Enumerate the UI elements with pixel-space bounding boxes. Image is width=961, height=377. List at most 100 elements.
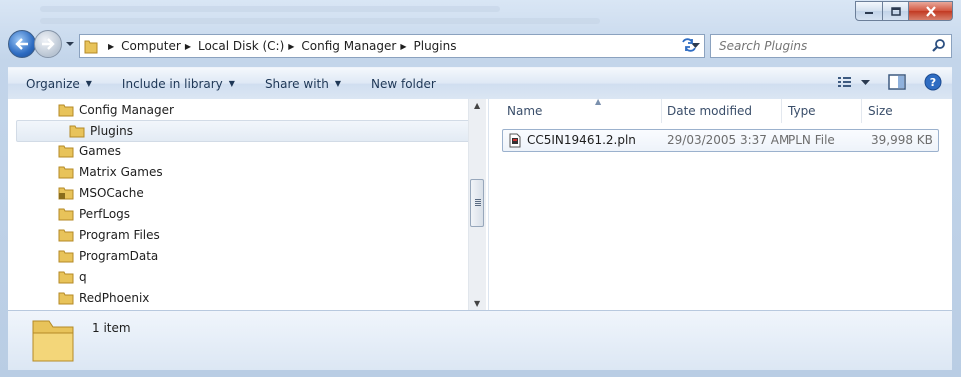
chevron-down-icon: ▼ — [228, 79, 235, 88]
tree-item-label: Program Files — [79, 228, 160, 242]
share-with-label: Share with — [264, 76, 329, 91]
tree-item-label: Config Manager — [79, 103, 174, 117]
scrollbar-thumb[interactable] — [470, 179, 484, 227]
search-icon[interactable] — [932, 38, 946, 52]
close-button[interactable] — [909, 1, 953, 21]
breadcrumb-root-arrow[interactable]: ▶ — [104, 42, 121, 51]
file-date-modified: 29/03/2005 3:37 AM — [667, 133, 790, 147]
folder-icon — [69, 125, 85, 138]
folder-icon — [58, 208, 74, 221]
tree-item-config-manager[interactable]: Config Manager — [58, 100, 174, 120]
include-in-library-menu[interactable]: Include in library ▼ — [122, 77, 235, 91]
folder-icon — [58, 166, 74, 179]
column-header-label: Size — [868, 104, 893, 118]
column-divider[interactable] — [861, 99, 862, 123]
close-icon — [925, 5, 936, 17]
search-box[interactable] — [710, 34, 952, 58]
breadcrumb-arrow-icon[interactable]: ▶ — [185, 42, 191, 51]
file-name: CC5IN19461.2.pln — [527, 133, 636, 147]
locked-folder-icon — [58, 187, 74, 200]
recent-pages-dropdown-icon[interactable] — [66, 40, 74, 48]
maximize-icon — [890, 6, 901, 16]
back-button[interactable] — [8, 30, 36, 58]
tree-item-label: Plugins — [90, 124, 133, 138]
file-size: 39,998 KB — [871, 133, 933, 147]
svg-text:?: ? — [930, 76, 936, 89]
breadcrumb-local-disk[interactable]: Local Disk (C:) ▶ — [198, 39, 301, 53]
breadcrumb-computer[interactable]: Computer ▶ — [121, 39, 198, 53]
preview-pane-icon[interactable] — [888, 74, 906, 90]
file-list-pane: Name ▲ Date modified Type Size CC5IN1946… — [489, 97, 952, 310]
breadcrumb-arrow-icon[interactable]: ▶ — [288, 42, 294, 51]
explorer-window: ▶ Computer ▶ Local Disk (C:) ▶ Config Mana… — [0, 0, 961, 377]
sort-ascending-icon: ▲ — [595, 97, 602, 106]
column-header-type[interactable]: Type — [788, 99, 858, 123]
folder-icon — [58, 229, 74, 242]
scroll-up-icon[interactable]: ▲ — [474, 101, 480, 110]
refresh-icon[interactable] — [680, 38, 698, 52]
tree-item-msocache[interactable]: MSOCache — [58, 183, 144, 203]
scroll-down-icon[interactable]: ▼ — [474, 299, 480, 308]
tree-item-label: Matrix Games — [79, 165, 163, 179]
minimize-icon — [865, 12, 873, 14]
folder-icon — [58, 145, 74, 158]
folder-icon — [32, 320, 74, 362]
include-in-library-label: Include in library — [121, 76, 223, 91]
file-icon — [509, 133, 521, 148]
breadcrumb-label: Computer — [121, 39, 181, 53]
chevron-down-icon: ▼ — [334, 79, 341, 88]
chevron-down-icon: ▼ — [85, 79, 92, 88]
title-bar-blur — [40, 6, 500, 12]
breadcrumb-label: Plugins — [413, 39, 457, 53]
tree-item-label: PerfLogs — [79, 207, 131, 221]
tree-item-label: RedPhoenix — [79, 291, 150, 305]
maximize-button[interactable] — [883, 1, 909, 21]
organize-label: Organize — [26, 76, 80, 91]
forward-arrow-icon — [42, 38, 55, 50]
column-header-date-modified[interactable]: Date modified — [667, 99, 782, 123]
new-folder-button[interactable]: New folder — [371, 77, 436, 91]
tree-item-label: q — [79, 270, 87, 284]
breadcrumb-plugins[interactable]: Plugins — [414, 39, 457, 53]
toolbar-right-group: ? — [837, 73, 942, 91]
grip-icon — [475, 199, 481, 200]
change-view-icon[interactable] — [837, 75, 853, 89]
breadcrumb-arrow-icon[interactable]: ▶ — [400, 42, 406, 51]
search-input[interactable] — [717, 38, 926, 54]
details-pane: 1 item — [8, 310, 952, 370]
file-row[interactable]: CC5IN19461.2.pln 29/03/2005 3:37 AM PLN … — [502, 129, 939, 152]
folder-icon — [58, 271, 74, 284]
forward-button[interactable] — [34, 30, 62, 58]
file-type: PLN File — [788, 133, 835, 147]
column-header-label: Name — [507, 104, 543, 118]
folder-icon — [58, 292, 74, 305]
tree-item-program-files[interactable]: Program Files — [58, 225, 160, 245]
navigation-buttons — [8, 30, 74, 58]
share-with-menu[interactable]: Share with ▼ — [265, 77, 341, 91]
new-folder-label: New folder — [371, 76, 436, 91]
tree-item-perflogs[interactable]: PerfLogs — [58, 204, 130, 224]
address-bar[interactable]: ▶ Computer ▶ Local Disk (C:) ▶ Config Mana… — [79, 34, 705, 58]
organize-menu[interactable]: Organize ▼ — [26, 77, 92, 91]
tree-item-redphoenix[interactable]: RedPhoenix — [58, 288, 149, 308]
tree-item-programdata[interactable]: ProgramData — [58, 246, 158, 266]
navigation-pane-scrollbar[interactable]: ▲ ▼ — [468, 99, 486, 310]
tree-item-q[interactable]: q — [58, 267, 87, 287]
column-header-name[interactable]: Name ▲ — [507, 97, 657, 123]
view-options-dropdown-icon[interactable] — [861, 78, 870, 87]
caption-buttons — [855, 1, 953, 21]
help-icon[interactable]: ? — [924, 73, 942, 91]
tree-item-games[interactable]: Games — [58, 141, 121, 161]
tree-item-matrix-games[interactable]: Matrix Games — [58, 162, 163, 182]
tree-item-label: Games — [79, 144, 121, 158]
column-divider[interactable] — [661, 99, 662, 123]
breadcrumb-label: Local Disk (C:) — [197, 39, 285, 53]
column-header-size[interactable]: Size — [868, 99, 938, 123]
minimize-button[interactable] — [855, 1, 883, 21]
column-header-label: Date modified — [667, 104, 753, 118]
tree-item-plugins[interactable]: Plugins — [16, 120, 470, 142]
tree-item-label: ProgramData — [79, 249, 159, 263]
column-divider[interactable] — [781, 99, 782, 123]
navigation-pane: Config Manager Plugins Games Matrix Game… — [8, 99, 489, 310]
breadcrumb-config-manager[interactable]: Config Manager ▶ — [301, 39, 413, 53]
